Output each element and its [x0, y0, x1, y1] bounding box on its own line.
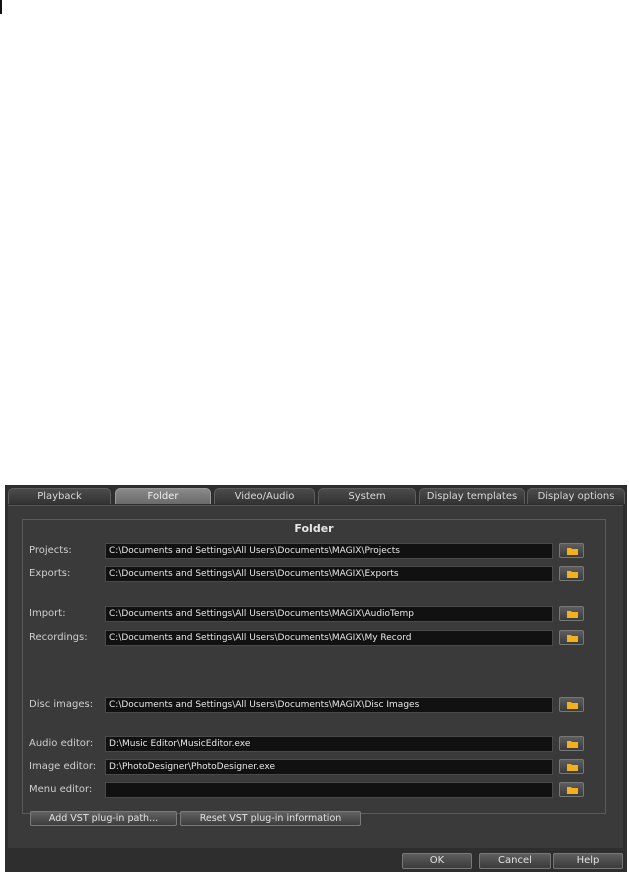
exports-browse-button[interactable] — [559, 566, 584, 581]
recordings-path-field[interactable]: C:\Documents and Settings\All Users\Docu… — [105, 630, 553, 646]
folder-icon — [567, 741, 578, 748]
audio-editor-label: Audio editor: — [29, 738, 94, 749]
tab-folder[interactable]: Folder — [115, 488, 211, 504]
options-dialog: Playback Folder Video/Audio System Displ… — [5, 485, 627, 872]
reset-vst-info-button[interactable]: Reset VST plug-in information — [180, 811, 361, 826]
menu-editor-label: Menu editor: — [29, 784, 93, 795]
recordings-browse-button[interactable] — [559, 630, 584, 645]
folder-icon — [567, 635, 578, 642]
folder-icon — [567, 611, 578, 618]
folder-icon — [567, 548, 578, 555]
group-title: Folder — [294, 522, 334, 535]
cancel-button[interactable]: Cancel — [479, 853, 551, 869]
exports-path-field[interactable]: C:\Documents and Settings\All Users\Docu… — [105, 566, 553, 582]
folder-panel: Folder Projects: C:\Documents and Settin… — [8, 505, 623, 848]
import-path-field[interactable]: C:\Documents and Settings\All Users\Docu… — [105, 606, 553, 622]
audio-editor-path-field[interactable]: D:\Music Editor\MusicEditor.exe — [105, 736, 553, 752]
menu-editor-path-field[interactable] — [105, 782, 553, 798]
projects-path-field[interactable]: C:\Documents and Settings\All Users\Docu… — [105, 543, 553, 559]
menu-editor-browse-button[interactable] — [559, 782, 584, 797]
tab-video-audio[interactable]: Video/Audio — [214, 488, 315, 504]
image-editor-label: Image editor: — [29, 761, 97, 772]
tab-system[interactable]: System — [318, 488, 416, 504]
page-edge-mark — [0, 0, 2, 14]
import-label: Import: — [29, 608, 66, 619]
image-editor-browse-button[interactable] — [559, 759, 584, 774]
tab-display-templates[interactable]: Display templates — [419, 488, 525, 504]
ok-button[interactable]: OK — [402, 853, 472, 869]
disc-images-browse-button[interactable] — [559, 697, 584, 712]
folder-icon — [567, 571, 578, 578]
folder-icon — [567, 764, 578, 771]
help-button[interactable]: Help — [553, 853, 623, 869]
projects-label: Projects: — [29, 545, 72, 556]
tab-playback[interactable]: Playback — [8, 488, 111, 504]
image-editor-path-field[interactable]: D:\PhotoDesigner\PhotoDesigner.exe — [105, 759, 553, 775]
projects-browse-button[interactable] — [559, 543, 584, 558]
disc-images-path-field[interactable]: C:\Documents and Settings\All Users\Docu… — [105, 697, 553, 713]
add-vst-path-button[interactable]: Add VST plug-in path... — [30, 811, 177, 826]
disc-images-label: Disc images: — [29, 699, 94, 710]
audio-editor-browse-button[interactable] — [559, 736, 584, 751]
tab-bar: Playback Folder Video/Audio System Displ… — [5, 485, 627, 505]
import-browse-button[interactable] — [559, 606, 584, 621]
folder-icon — [567, 787, 578, 794]
folder-icon — [567, 702, 578, 709]
tab-display-options[interactable]: Display options — [527, 488, 625, 504]
recordings-label: Recordings: — [29, 632, 88, 643]
exports-label: Exports: — [29, 568, 71, 579]
